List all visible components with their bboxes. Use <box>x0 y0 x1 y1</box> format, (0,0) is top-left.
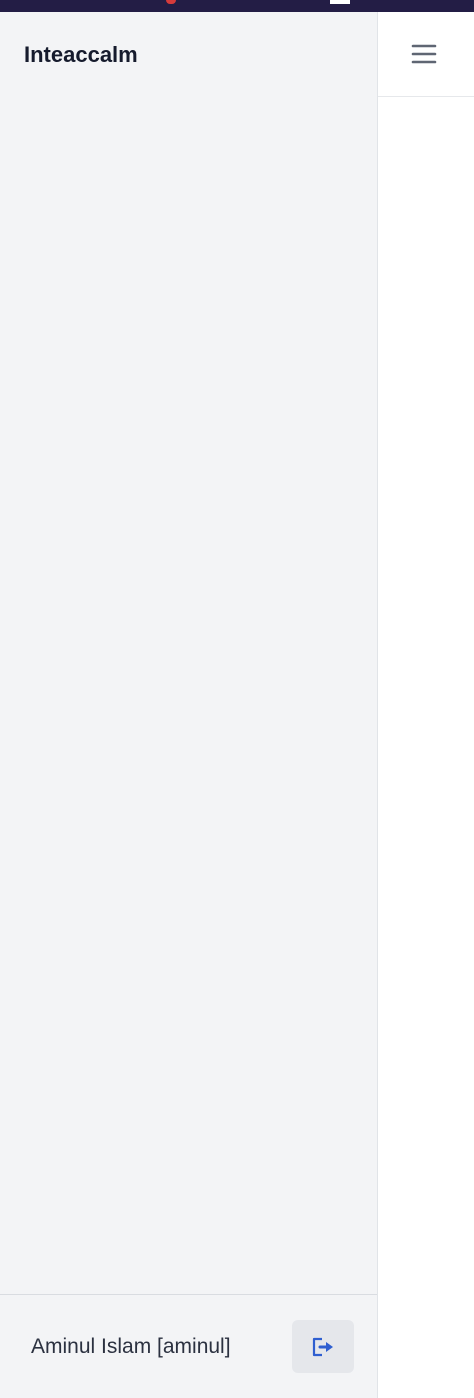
app-title: Inteaccalm <box>24 42 138 67</box>
sidebar-footer: Aminul Islam [aminul] <box>0 1294 377 1398</box>
top-strip-white-marker <box>330 0 350 4</box>
app-page: Inteaccalm Aminul Islam [aminul] <box>0 0 474 1398</box>
top-strip-red-marker <box>166 0 176 4</box>
logout-button[interactable] <box>292 1320 354 1373</box>
current-user-label: Aminul Islam [aminul] <box>31 1335 231 1358</box>
menu-button[interactable] <box>408 40 440 68</box>
logout-icon <box>312 1337 333 1356</box>
main-area <box>378 12 474 1398</box>
hamburger-icon <box>411 44 437 64</box>
main-header <box>378 12 474 97</box>
sidebar: Inteaccalm Aminul Islam [aminul] <box>0 12 378 1398</box>
top-strip <box>0 0 474 12</box>
